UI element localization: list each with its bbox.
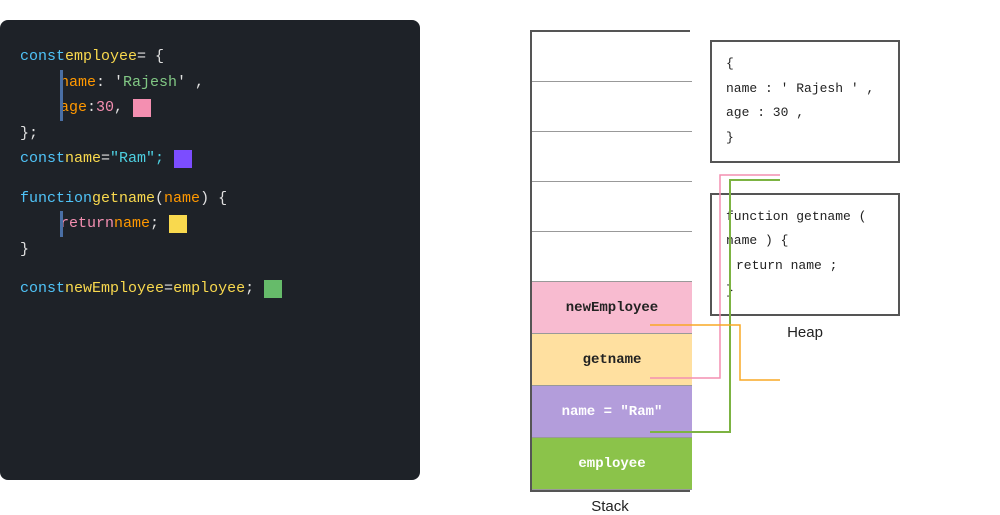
stack-empty-2 <box>532 82 692 132</box>
quote-comma: ' , <box>177 70 204 96</box>
code-line-7: return name ; <box>60 211 400 237</box>
stack-section: newEmployee getname name = "Ram" employe… <box>530 30 690 515</box>
keyword-const: const <box>20 44 65 70</box>
keyword-function: function <box>20 186 92 212</box>
close-fn: } <box>20 237 29 263</box>
bar-indicator-3 <box>60 211 63 237</box>
stack-container: newEmployee getname name = "Ram" employe… <box>530 30 690 492</box>
colon-2: : <box>87 95 96 121</box>
code-panel: const employee = { name : ' Rajesh ' , a… <box>0 20 420 480</box>
stack-empty-5 <box>532 232 692 282</box>
dot-pink-indicator <box>133 99 151 117</box>
heap-box-object: { name : ' Rajesh ' , age : 30 , } <box>710 40 900 163</box>
stack-cell-employee: employee <box>532 438 692 490</box>
val-rajesh: Rajesh <box>123 70 177 96</box>
val-30: 30 <box>96 95 114 121</box>
var-employee: employee <box>65 44 137 70</box>
code-line-6: function getname ( name ) { <box>20 186 400 212</box>
heap-section: { name : ' Rajesh ' , age : 30 , } funct… <box>710 30 900 341</box>
val-ram: "Ram"; <box>110 146 164 172</box>
space: = <box>101 146 110 172</box>
paren-open: ( <box>155 186 164 212</box>
stack-empty-4 <box>532 182 692 232</box>
equals-brace: = { <box>137 44 164 70</box>
keyword-const-3: const <box>20 276 65 302</box>
dot-purple-indicator <box>174 150 192 168</box>
heap-boxes-wrapper: { name : ' Rajesh ' , age : 30 , } funct… <box>710 40 900 316</box>
semicolon-ret: ; <box>150 211 159 237</box>
var-newemployee: newEmployee <box>65 276 164 302</box>
prop-name: name <box>60 70 96 96</box>
stack-empty-3 <box>532 132 692 182</box>
heap-label: Heap <box>710 324 900 341</box>
code-line-1: const employee = { <box>20 44 400 70</box>
ref-employee: employee <box>173 276 245 302</box>
var-name: name <box>65 146 101 172</box>
param-name: name <box>164 186 200 212</box>
prop-age: age <box>60 95 87 121</box>
stack-cell-newemployee: newEmployee <box>532 282 692 334</box>
equals-3: = <box>164 276 173 302</box>
code-line-5: const name = "Ram"; <box>20 146 400 172</box>
code-line-9: const newEmployee = employee ; <box>20 276 400 302</box>
stack-cell-getname: getname <box>532 334 692 386</box>
colon-space: : ' <box>96 70 123 96</box>
code-line-3: age : 30 , <box>60 95 400 121</box>
code-line-2: name : ' Rajesh ' , <box>60 70 400 96</box>
code-line-8: } <box>20 237 400 263</box>
close-brace: }; <box>20 121 38 147</box>
code-line-4: }; <box>20 121 400 147</box>
return-name: name <box>114 211 150 237</box>
heap-box-function: function getname ( name ) { return name … <box>710 193 900 316</box>
stack-label: Stack <box>591 498 629 515</box>
keyword-const-2: const <box>20 146 65 172</box>
diagram-panel: newEmployee getname name = "Ram" employe… <box>420 20 1000 480</box>
dot-green-indicator <box>264 280 282 298</box>
dot-yellow-indicator <box>169 215 187 233</box>
bar-indicator <box>60 70 63 96</box>
stack-cell-name: name = "Ram" <box>532 386 692 438</box>
semi-3: ; <box>245 276 254 302</box>
stack-empty-1 <box>532 32 692 82</box>
keyword-return: return <box>60 211 114 237</box>
paren-close: ) { <box>200 186 227 212</box>
comma-3: , <box>114 95 123 121</box>
fn-getname: getname <box>92 186 155 212</box>
bar-indicator-2 <box>60 95 63 121</box>
